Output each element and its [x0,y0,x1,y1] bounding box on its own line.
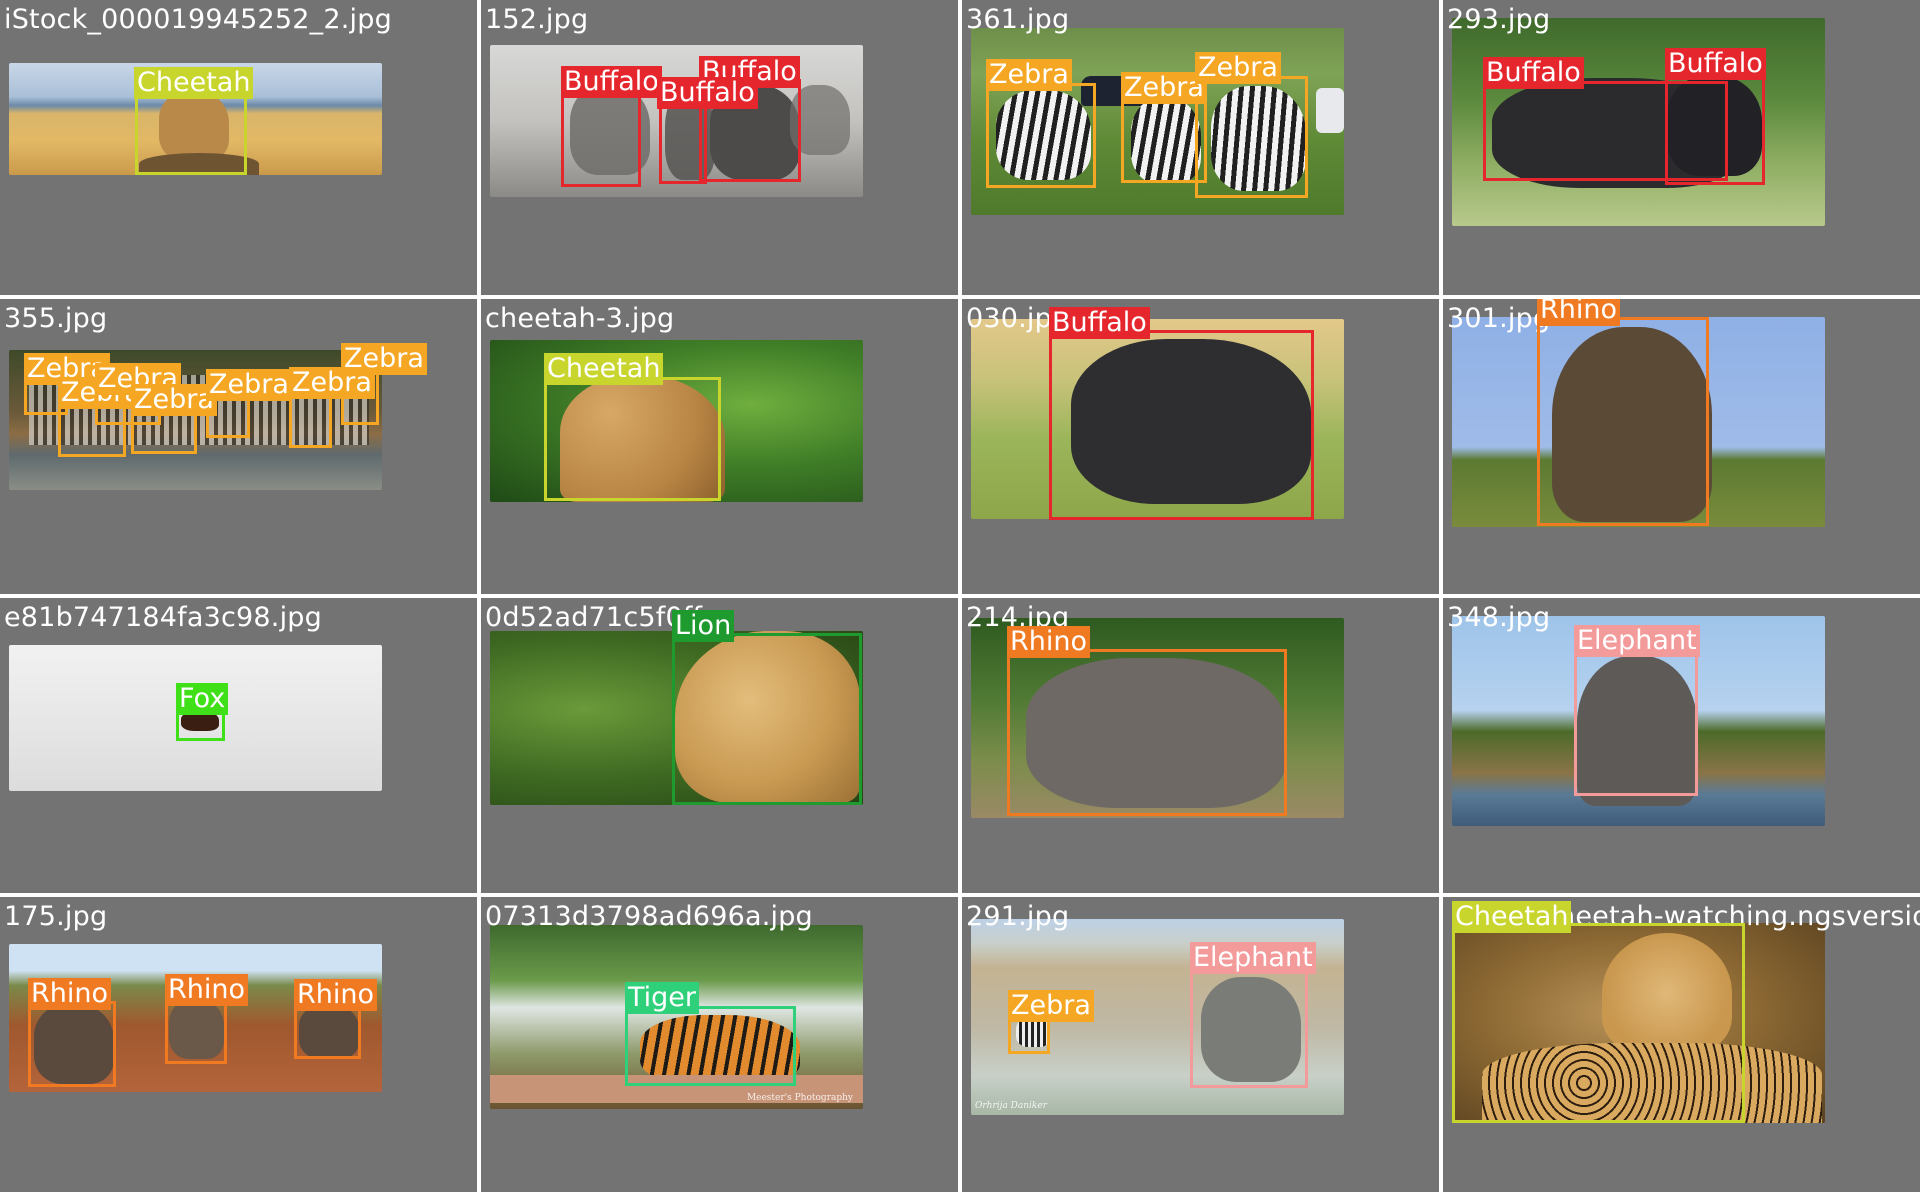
tile-tiger: 07313d3798ad696a.jpg Meester's Photograp… [481,897,958,1192]
tile-filename: iStock_000019945252_2.jpg [4,4,392,35]
tile-buffalo-grass: 293.jpg Buffalo Buffalo [1443,0,1920,295]
bbox-label: Buffalo [657,77,758,109]
bbox [289,391,332,448]
car [1316,88,1344,133]
photo-credit: Meester's Photography [746,1093,853,1103]
tile-filename: 07313d3798ad696a.jpg [485,901,813,932]
tile-filename: 152.jpg [485,4,589,35]
tile-filename: 175.jpg [4,901,108,932]
tile-rhino-sky: 301.jpg Rhino [1443,299,1920,594]
bbox-label: Zebra [1008,990,1094,1022]
bbox-label: Rhino [294,979,378,1011]
bbox-label: Elephant [1190,942,1316,974]
tile-filename: 348.jpg [1447,602,1551,633]
bbox [1452,923,1745,1123]
tile-cheetah-foliage: cheetah-3.jpg Cheetah [481,299,958,594]
bbox-label: Rhino [28,978,112,1010]
bbox-label: Lion [672,610,735,642]
tile-filename: cheetah-3.jpg [485,303,675,334]
bbox [1665,72,1765,185]
tile-filename: 301.jpg [1447,303,1551,334]
tile-buffalo-mist: 152.jpg Buffalo Buffalo Buffalo [481,0,958,295]
tile-filename: e81b747184fa3c98.jpg [4,602,322,633]
tile-rhinos-red-soil: 175.jpg Rhino Rhino Rhino [0,897,477,1192]
bbox [1537,317,1709,526]
tile-zebras-park: 361.jpg Zebra Zebra Zebra [962,0,1439,295]
tile-filename: 361.jpg [966,4,1070,35]
bbox-label: Buffalo [1049,307,1150,339]
bbox-label: Cheetah [134,67,254,99]
bbox [1190,965,1308,1088]
bbox [672,633,862,805]
bbox-label: Zebra [1195,52,1281,84]
bbox [544,377,721,501]
bbox-label: Cheetah [544,353,664,385]
bbox-label: Rhino [1007,626,1091,658]
bbox [1195,76,1308,198]
tile-filename: 293.jpg [1447,4,1551,35]
bbox-label: Zebra [206,369,292,401]
tile-buffalo-single: 030.jpg Buffalo [962,299,1439,594]
tile-plains: 291.jpg Orhrija Daniker Zebra Elephant [962,897,1439,1192]
bbox-label: Zebra [131,384,217,416]
bbox [1574,648,1698,796]
bbox-label: Cheetah [1452,901,1572,933]
bbox-label: Elephant [1574,625,1700,657]
bbox-label: Rhino [1537,299,1621,326]
tile-lion: 0d52ad71c5f0ffa Lion [481,598,958,893]
bbox [135,89,247,175]
bbox-label: Buffalo [561,66,662,98]
bbox [28,1001,116,1087]
tile-rhino-grass: 214.jpg Rhino [962,598,1439,893]
bbox [1049,330,1314,520]
bbox-label: Rhino [165,974,249,1006]
tile-zebras-waterhole: 355.jpg Zebra Zebra Zebra Zebra Zebra Ze… [0,299,477,594]
bbox-label: Buffalo [1665,48,1766,80]
bbox-label: Fox [176,683,229,715]
bbox [625,1006,796,1086]
tile-filename: 291.jpg [966,901,1070,932]
tile-cheetah-portrait: cheetah-watching.ngsversion.1396 Cheetah [1443,897,1920,1192]
bbox [165,997,227,1064]
tile-filename: 355.jpg [4,303,108,334]
tile-elephant-water: 348.jpg Elephant [1443,598,1920,893]
bbox-label: Buffalo [1483,57,1584,89]
bbox-label: Tiger [625,982,700,1014]
bbox [561,91,641,187]
bbox [1007,649,1287,816]
photo-credit: Orhrija Daniker [975,1101,1048,1111]
tile-fox-snow: e81b747184fa3c98.jpg Fox [0,598,477,893]
tile-cheetah-savanna: iStock_000019945252_2.jpg Cheetah [0,0,477,295]
detection-mosaic: iStock_000019945252_2.jpg Cheetah 152.jp… [0,0,1920,1192]
bbox-label: Zebra [341,343,427,375]
bbox [986,83,1096,188]
bbox-label: Zebra [986,59,1072,91]
